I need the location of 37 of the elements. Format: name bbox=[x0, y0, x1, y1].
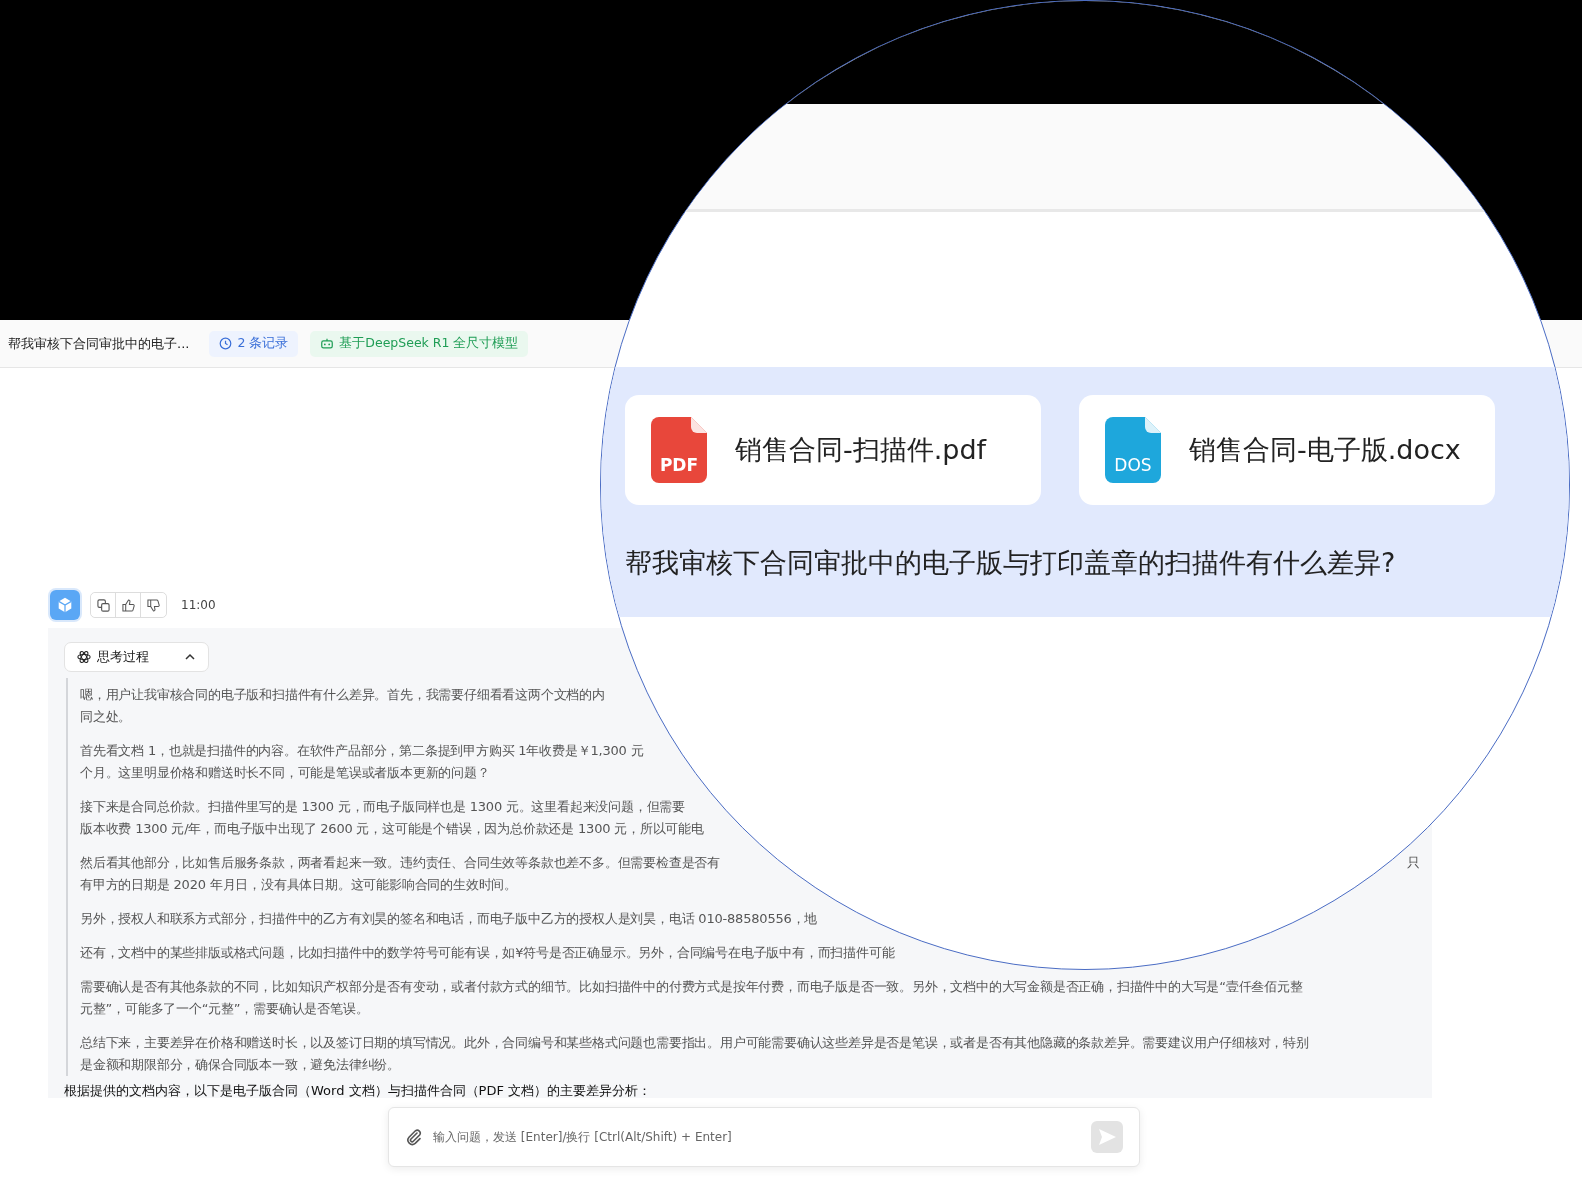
send-icon bbox=[1097, 1128, 1117, 1146]
thought-text: 然后看其他部分，比如售后服务条款，两者看起来一致。违约责任、合同生效等条款也差不多。但需要检查是否有 bbox=[80, 854, 720, 872]
atom-icon bbox=[77, 650, 91, 664]
thumbs-up-icon bbox=[121, 598, 135, 612]
thinking-toggle[interactable]: 思考过程 bbox=[64, 642, 209, 672]
copy-button[interactable] bbox=[91, 593, 116, 617]
question-field[interactable]: 输入问题，发送 [Enter]/换行 [Ctrl(Alt/Shift) + Enter] bbox=[431, 1129, 1083, 1145]
thought-text: 嗯，用户让我审核合同的电子版和扫描件有什么差异。首先，我需要仔细看看这两个文档的内 bbox=[80, 686, 605, 704]
thumbs-down-icon bbox=[147, 598, 160, 612]
thought-text: 接下来是合同总价款。扫描件里写的是 1300 元，而电子版同样也是 1300 元。这里看起来没问题，但需要 bbox=[80, 798, 686, 816]
clock-icon bbox=[219, 337, 233, 350]
copy-icon bbox=[96, 598, 110, 612]
robot-icon bbox=[320, 337, 335, 350]
thought-text: 同之处。 bbox=[80, 708, 132, 726]
cube-icon bbox=[56, 596, 74, 614]
history-badge[interactable]: 2 条记录 bbox=[209, 330, 299, 357]
thought-text: 有甲方的日期是 2020 年月日，没有具体日期。这可能影响合同的生效时间。 bbox=[80, 876, 517, 894]
file-card[interactable]: PDF 销售合同-扫描件.pdf bbox=[625, 395, 1041, 505]
thought-text: 元整”，可能多了一个“元整”，需要确认是否笔误。 bbox=[80, 1000, 369, 1018]
thought-text: 是金额和期限部分，确保合同版本一致，避免法律纠纷。 bbox=[80, 1056, 400, 1074]
thought-text: 首先看文档 1，也就是扫描件的内容。在软件产品部分，第二条提到甲方购买 1年收费是￥1,300 元 bbox=[80, 742, 644, 760]
model-badge: 基于DeepSeek R1 全尺寸模型 bbox=[310, 330, 529, 357]
thought-text: 版本收费 1300 元/年，而电子版中出现了 2600 元，这可能是个错误，因为总价款还是 1300 元，所以可能电 bbox=[80, 820, 704, 838]
answer-text: 根据提供的文档内容，以下是电子版合同（Word 文档）与扫描件合同（PDF 文档）的主要差异分析： bbox=[64, 1082, 652, 1100]
pdf-file-icon: PDF bbox=[651, 415, 709, 485]
file-card[interactable]: DOS 销售合同-电子版.docx bbox=[1079, 395, 1495, 505]
thought-text: 另外，授权人和联系方式部分，扫描件中的乙方有刘昊的签名和电话，而电子版中乙方的授权人是刘昊，电话 010-88580556，地 bbox=[80, 910, 818, 928]
question-text: 帮我审核下合同审批中的电子版与打印盖章的扫描件有什么差异? bbox=[625, 546, 1397, 580]
thought-text: 只 bbox=[1407, 854, 1420, 872]
thought-text: 个月。这里明显价格和赠送时长不同，可能是笔误或者版本更新的问题？ bbox=[80, 764, 490, 782]
thought-text: 需要确认是否有其他条款的不同，比如知识产权部分是否有变动，或者付款方式的细节。比如扫描件中的付费方式是按年付费，而电子版是否一致。另外，文档中的大写金额是否正确，扫描件中的大写是“壹仟叁佰元整 bbox=[80, 978, 1303, 996]
document-file-icon: DOS bbox=[1105, 415, 1163, 485]
conversation-title: 帮我审核下合同审批中的电子... bbox=[8, 334, 190, 353]
thought-text: 还有，文档中的某些排版或格式问题，比如扫描件中的数学符号可能有误，如¥符号是否正确显示。另外，合同编号在电子版中有，而扫描件可能 bbox=[80, 944, 895, 962]
message-time: 11:00 bbox=[181, 598, 216, 612]
thought-text: 总结下来，主要差异在价格和赠送时长，以及签订日期的填写情况。此外，合同编号和某些格式问题也需要指出。用户可能需要确认这些差异是否是笔误，或者是否有其他隐藏的条款差异。需要建议用户仔细核对，特别 bbox=[80, 1034, 1309, 1052]
paperclip-icon[interactable] bbox=[405, 1128, 423, 1146]
